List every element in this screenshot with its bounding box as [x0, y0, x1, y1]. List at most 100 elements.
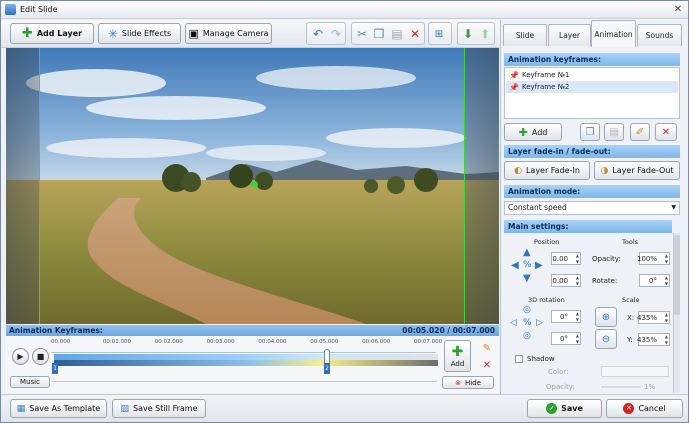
- close-window-button[interactable]: ✕: [671, 3, 685, 16]
- copy-icon[interactable]: ❐: [370, 25, 388, 43]
- save-still-frame-button[interactable]: ▨ Save Still Frame: [112, 399, 206, 418]
- shadow-label: Shadow: [527, 355, 555, 363]
- zoom-in-button[interactable]: ⊕: [595, 307, 617, 327]
- scale-label: Scale: [622, 296, 640, 304]
- delete-icon[interactable]: ✕: [406, 25, 424, 43]
- cut-icon[interactable]: ✂: [353, 25, 371, 43]
- mode-section-title: Animation mode:: [504, 185, 680, 198]
- position-x-input[interactable]: 0.00: [551, 252, 581, 265]
- play-button[interactable]: ▶: [12, 348, 29, 365]
- rotate-y-left-icon[interactable]: ◁: [510, 318, 517, 328]
- position-label: Position: [534, 238, 560, 246]
- shadow-color-picker[interactable]: [601, 366, 669, 377]
- timeline-panel: ▶ ■ 00.000 00:01.000 00:02.000 00:03.000 00:…: [6, 336, 499, 393]
- rotate-y-right-icon[interactable]: ▷: [536, 318, 543, 328]
- shadow-color-label: Color:: [548, 368, 569, 376]
- paste-keyframe-button[interactable]: ▤: [604, 123, 624, 141]
- save-as-template-label: Save As Template: [29, 404, 101, 413]
- center-icon[interactable]: %: [523, 260, 532, 270]
- window-title: Edit Slide: [20, 5, 58, 14]
- timeline-tick-label: 00:03.000: [206, 339, 235, 345]
- layer-center-handle[interactable]: [251, 181, 258, 188]
- brush-icon: ✐: [635, 126, 645, 138]
- save-as-template-button[interactable]: ▦ Save As Template: [10, 399, 107, 418]
- rotation3d-y-input[interactable]: 0°: [551, 332, 581, 345]
- rotate-input[interactable]: 0°: [639, 274, 670, 287]
- cancel-label: Cancel: [638, 404, 666, 413]
- slide-effects-button[interactable]: ✳ Slide Effects: [98, 23, 181, 44]
- layer-fade-in-label: Layer Fade-In: [525, 166, 580, 175]
- layer-fade-out-label: Layer Fade-Out: [612, 166, 674, 175]
- add-keyframe-button[interactable]: ✚ Add: [444, 340, 471, 372]
- cancel-button[interactable]: ✕ Cancel: [606, 399, 683, 418]
- scale-y-input[interactable]: 435%: [637, 333, 670, 346]
- settings-scrollbar[interactable]: [673, 233, 680, 393]
- undo-icon[interactable]: ↶: [309, 25, 327, 43]
- position-y-input[interactable]: 0.00: [551, 274, 581, 287]
- fade-in-icon: ◐: [514, 165, 522, 176]
- rotate-label: Rotate:: [592, 277, 618, 285]
- brush-button[interactable]: ✐: [630, 123, 650, 141]
- paste-icon[interactable]: ▤: [388, 25, 406, 43]
- scrollbar-thumb[interactable]: [674, 235, 680, 315]
- position-x-value: 0.00: [552, 254, 568, 263]
- rotation3d-x-input[interactable]: 0°: [551, 310, 581, 323]
- rotation3d-controls: ◎ ◁ % ▷ ◎: [507, 305, 549, 347]
- edit-keyframe-icon[interactable]: ✎: [478, 339, 496, 357]
- save-button[interactable]: ✓ Save: [527, 399, 602, 418]
- manage-camera-button[interactable]: ▣ Manage Camera: [185, 23, 272, 44]
- tab-slide[interactable]: Slide: [503, 24, 547, 46]
- grid-icon[interactable]: ⊞: [430, 25, 448, 43]
- arrow-left-icon[interactable]: ◀: [511, 260, 519, 271]
- layer-frame[interactable]: [39, 48, 465, 324]
- music-button[interactable]: Music: [10, 376, 50, 388]
- slide-preview[interactable]: [6, 48, 499, 324]
- stop-button[interactable]: ■: [32, 348, 49, 365]
- layer-fade-out-button[interactable]: ◑ Layer Fade-Out: [594, 161, 680, 180]
- plus-icon: ✚: [451, 343, 464, 360]
- timeline-track[interactable]: [54, 360, 438, 366]
- timeline-tick-label: 00:01.000: [102, 339, 131, 345]
- animation-keyframes-bar: Animation Keyframes: 00:05.020 / 00:07.0…: [6, 325, 499, 336]
- redo-icon[interactable]: ↷: [327, 25, 345, 43]
- tab-sounds[interactable]: Sounds: [637, 24, 682, 46]
- check-icon: ✓: [546, 403, 558, 414]
- layer-fade-in-button[interactable]: ◐ Layer Fade-In: [504, 161, 590, 180]
- tab-layer[interactable]: Layer: [548, 24, 591, 46]
- slide-effects-label: Slide Effects: [121, 29, 172, 38]
- opacity-input[interactable]: 100%: [636, 252, 670, 265]
- title-bar: Edit Slide ✕: [1, 1, 688, 19]
- rotation-center-icon[interactable]: %: [523, 318, 532, 328]
- rotate-x-icon[interactable]: ◎: [523, 305, 531, 315]
- zoom-out-button[interactable]: ⊖: [595, 329, 617, 349]
- template-icon: ▦: [16, 403, 26, 414]
- shadow-opacity-slider[interactable]: [601, 386, 641, 388]
- keyframe-list: 📌 Keyframe №1 📌 Keyframe №2: [504, 67, 680, 119]
- scale-x-input[interactable]: 435%: [637, 311, 670, 324]
- rotate-z-icon[interactable]: ◎: [523, 331, 531, 341]
- opacity-value: 100%: [636, 254, 657, 263]
- edit-group: ✂ ❐ ▤ ✕: [351, 22, 425, 45]
- animation-mode-select[interactable]: Constant speed ▼: [504, 201, 680, 215]
- scale-x-label: X:: [627, 314, 635, 322]
- keyframe-item-1[interactable]: 📌 Keyframe №1: [506, 69, 678, 81]
- timeline-tick-label: 00:07.000: [414, 339, 443, 345]
- delete-keyframe-icon[interactable]: ✕: [478, 356, 496, 374]
- keyframe-marker-1[interactable]: 1: [52, 363, 58, 374]
- add-animation-keyframe-button[interactable]: ✚ Add: [504, 123, 562, 141]
- add-layer-button[interactable]: ✚ Add Layer: [10, 23, 94, 44]
- tools-label: Tools: [622, 238, 639, 246]
- play-icon: ▶: [17, 352, 24, 361]
- arrow-down-icon[interactable]: ▼: [523, 273, 531, 284]
- keyframe-marker-2[interactable]: 2: [324, 363, 330, 374]
- arrow-right-icon[interactable]: ▶: [535, 260, 543, 271]
- keyframe-item-2[interactable]: 📌 Keyframe №2: [506, 81, 678, 93]
- arrow-up-icon[interactable]: ▲: [523, 247, 531, 258]
- hide-button[interactable]: ⊗ Hide: [442, 376, 494, 389]
- arrow-up-icon[interactable]: ⬆: [476, 25, 494, 43]
- tab-animation[interactable]: Animation: [591, 20, 636, 47]
- delete-animation-keyframe-button[interactable]: ✕: [655, 123, 677, 141]
- shadow-checkbox[interactable]: [515, 355, 523, 363]
- copy-keyframe-button[interactable]: ❐: [580, 123, 600, 141]
- arrow-down-icon[interactable]: ⬇: [459, 25, 477, 43]
